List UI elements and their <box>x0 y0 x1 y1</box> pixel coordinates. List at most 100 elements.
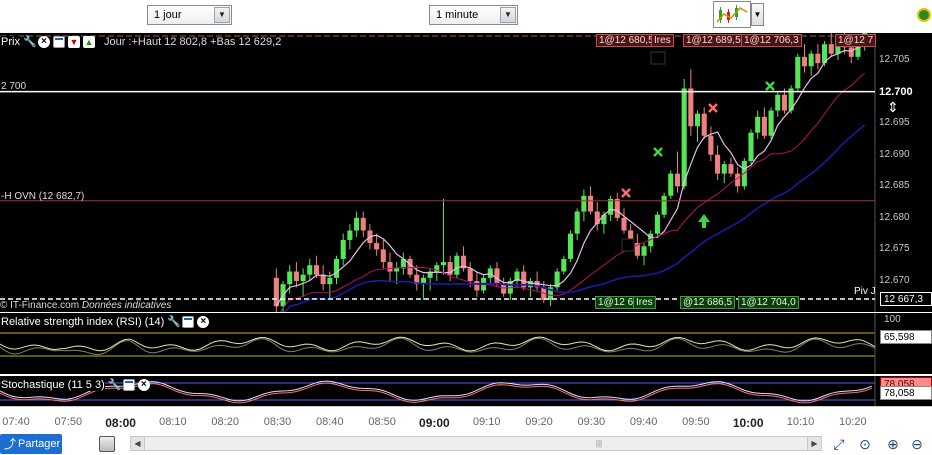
watermark-site: © IT-Finance.com <box>0 300 80 311</box>
pivot-label: Piv J <box>854 286 876 297</box>
y-axis-label: 12.685 <box>879 180 910 192</box>
y-axis-label: 12.700 <box>879 85 913 98</box>
candle-body <box>721 164 727 174</box>
bottom-order-label: 1@12 704,0 <box>738 296 799 309</box>
candle-body <box>313 265 319 275</box>
candle-body <box>681 88 687 187</box>
arrow-up-icon[interactable]: ▲ <box>82 35 95 48</box>
close-icon[interactable]: × <box>137 378 150 391</box>
time-axis-label: 08:10 <box>159 416 187 428</box>
candle-body <box>715 154 721 174</box>
candle-body <box>307 265 313 275</box>
candle-body <box>588 195 594 212</box>
horizontal-scrollbar[interactable]: ◀ ||| ▶ <box>130 436 822 451</box>
chart-type-icon <box>716 5 748 23</box>
zoom-fit-icon[interactable]: ⤢ <box>830 435 848 453</box>
candle-body <box>387 262 393 272</box>
candle-body <box>333 258 340 278</box>
candle-body <box>347 230 353 240</box>
top-order-label: 1@12 680,5 <box>596 34 657 47</box>
chevron-down-icon[interactable]: ▼ <box>214 7 230 23</box>
level-12700-label: 2 700 <box>1 81 27 92</box>
stochastic-pane[interactable]: Stochastique (11 5 3) 🔧 × 78,058 78,058 <box>0 376 932 406</box>
chevron-down-icon[interactable]: ▼ <box>500 7 516 23</box>
candle-body <box>781 94 787 111</box>
candle-body <box>380 249 386 263</box>
candle-body <box>394 268 400 272</box>
time-axis-label: 07:50 <box>54 416 83 428</box>
price-chart[interactable] <box>0 33 932 312</box>
time-axis-label: 10:10 <box>786 416 815 428</box>
candle-body <box>701 113 707 136</box>
candle-body <box>801 56 808 67</box>
candle-body <box>354 217 360 231</box>
period-select[interactable]: 1 jour ▼ <box>147 5 232 25</box>
candle-body <box>407 258 413 275</box>
top-toolbar: 1 jour ▼ 1 minute ▼ ▼ <box>0 0 932 33</box>
zoom-reset-icon[interactable]: ⊙ <box>856 435 874 453</box>
chart-type-dropdown[interactable]: ▼ <box>751 3 764 26</box>
time-axis-label: 08:50 <box>368 416 396 428</box>
candle-body <box>748 132 754 162</box>
candle-body <box>688 88 694 127</box>
time-axis-label: 09:10 <box>472 416 501 428</box>
candle-body <box>694 113 701 127</box>
candle-body <box>641 246 647 256</box>
day-high-low-info: Jour :+Haut 12 802,8 +Bas 12 629,2 <box>103 35 282 48</box>
bottom-bar: ⤴ Partager ◀ ||| ▶ ⤢ ⊙ ⊕ ⊖ <box>0 433 932 455</box>
price-pane-label: Prix <box>1 35 20 48</box>
wrench-icon[interactable]: 🔧 <box>23 36 37 48</box>
rsi-value: 65,598 <box>884 332 915 343</box>
scroll-thumb[interactable]: ||| <box>591 438 607 449</box>
candle-body <box>474 281 480 291</box>
rsi-pane-label: Relative strength index (RSI) (14) <box>1 315 165 328</box>
scroll-right-icon[interactable]: ▶ <box>807 437 821 450</box>
share-button[interactable]: ⤴ Partager <box>0 434 62 454</box>
window-icon[interactable] <box>52 35 65 48</box>
last-price-box: 12 667,3 <box>880 292 932 306</box>
wrench-icon[interactable]: 🔧 <box>108 379 122 391</box>
zoom-in-icon[interactable]: ⊕ <box>884 435 902 453</box>
alert-icon[interactable] <box>917 6 931 24</box>
rsi-value-box: 65,598 <box>880 330 932 344</box>
window-icon[interactable] <box>182 315 195 328</box>
candle-body <box>614 198 620 218</box>
candle-body <box>674 173 681 187</box>
y-axis-label: 12.690 <box>879 148 910 160</box>
watermark-note: Données indicatives <box>81 300 172 311</box>
resize-cursor-icon: ⇕ <box>887 99 899 115</box>
rsi-axis-top: 100 <box>884 314 901 325</box>
ovn-level-label: -H OVN (12 682,7) <box>1 191 85 202</box>
candle-body <box>293 271 299 281</box>
candle-body <box>287 271 293 285</box>
candle-body <box>273 277 279 307</box>
time-axis-label: 09:50 <box>682 416 710 428</box>
candle-body <box>708 135 714 155</box>
stochastic-value: 78,058 <box>884 388 915 399</box>
candle-body <box>755 116 761 133</box>
interval-select[interactable]: 1 minute ▼ <box>429 5 518 25</box>
candle-body <box>828 44 834 54</box>
chart-type-button[interactable] <box>713 1 751 28</box>
window-icon[interactable] <box>122 378 135 391</box>
candle-body <box>340 239 346 259</box>
arrow-down-icon[interactable]: ▼ <box>67 35 80 48</box>
y-axis-label: 12.675 <box>879 243 910 255</box>
stochastic-pane-header: Stochastique (11 5 3) 🔧 × <box>0 377 150 392</box>
indicator-tool-button[interactable] <box>99 436 115 452</box>
rsi-pane[interactable]: Relative strength index (RSI) (14) 🔧 × 1… <box>0 313 932 374</box>
share-button-label: Partager <box>18 438 61 450</box>
candle-body <box>654 214 660 234</box>
wrench-icon[interactable]: 🔧 <box>167 316 181 328</box>
window-tool-button[interactable] <box>121 436 125 452</box>
close-icon[interactable]: × <box>37 35 50 48</box>
close-icon[interactable]: × <box>197 315 210 328</box>
scroll-left-icon[interactable]: ◀ <box>131 437 145 450</box>
entry-marker <box>650 51 666 65</box>
price-pane[interactable]: Prix 🔧 × ▼ ▲ Jour :+Haut 12 802,8 +Bas 1… <box>0 33 932 312</box>
zoom-out-icon[interactable]: ⊖ <box>908 435 926 453</box>
time-axis: 07:40 07:50 08:00 08:10 08:20 08:30 08:40 08:50… <box>0 406 932 433</box>
candle-body <box>574 211 580 234</box>
candle-body <box>768 110 774 136</box>
candle-body <box>621 217 627 231</box>
